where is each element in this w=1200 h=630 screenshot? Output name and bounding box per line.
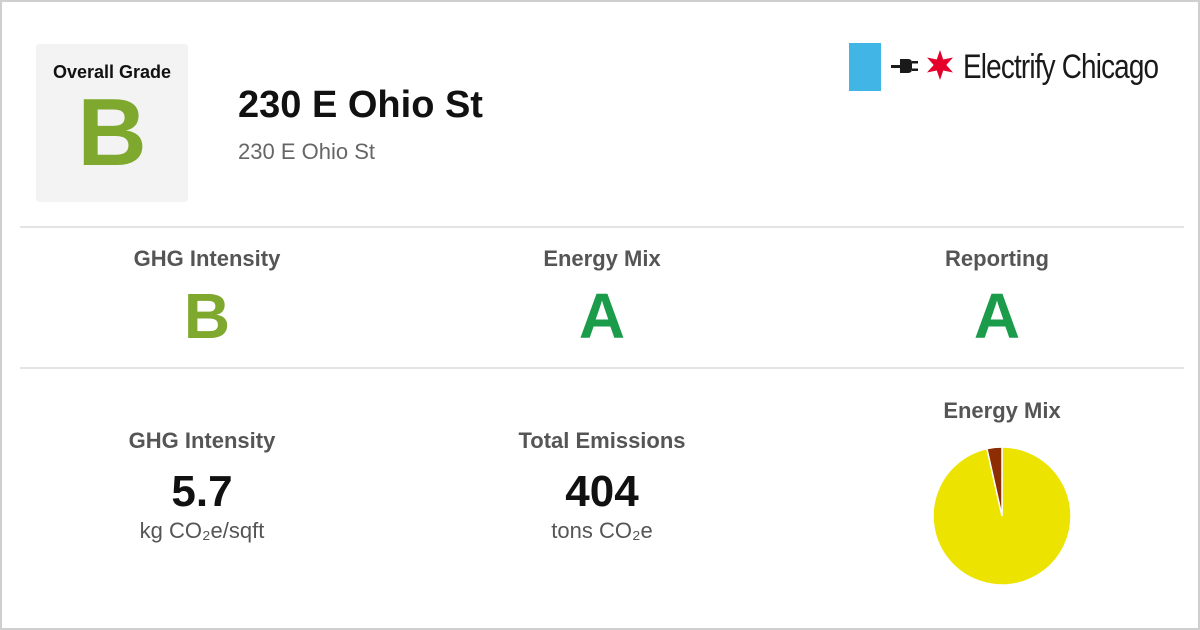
metric-value: 404 [565, 467, 639, 516]
pie-chart [932, 446, 1072, 586]
overall-grade-letter: B [77, 79, 147, 186]
grade-reporting: Reporting A [897, 246, 1097, 348]
energy-mix-chart-title: Energy Mix [902, 398, 1102, 424]
divider-middle [20, 367, 1184, 369]
building-address: 230 E Ohio St [238, 139, 375, 164]
building-card: Overall Grade B 230 E Ohio St 230 E Ohio… [0, 0, 1200, 630]
metric-label: GHG Intensity [128, 428, 276, 453]
grade-ghg-intensity: GHG Intensity B [107, 246, 307, 348]
electrify-chicago-logo: Electrify Chicago [849, 42, 1179, 92]
chart-title: Energy Mix [943, 398, 1061, 423]
grade-label: GHG Intensity [133, 246, 281, 271]
grade-label: Energy Mix [543, 246, 661, 271]
metric-label: Total Emissions [518, 428, 686, 453]
metric-ghg-intensity: GHG Intensity 5.7 kg CO₂e/sqft [82, 428, 322, 544]
grade-label: Reporting [945, 246, 1049, 271]
plug-icon [891, 59, 918, 73]
chicago-star-icon [927, 50, 953, 80]
building-name: 230 E Ohio St [238, 84, 483, 126]
grade-letter: A [578, 280, 626, 352]
energy-mix-pie [932, 446, 1072, 586]
grade-letter: B [183, 280, 231, 352]
metric-unit: kg CO₂e/sqft [139, 518, 265, 543]
chicago-flag-bar [849, 43, 881, 91]
grade-letter: A [973, 280, 1021, 352]
overall-grade-box: Overall Grade B [36, 44, 188, 202]
brand-name: Electrify Chicago [963, 48, 1159, 86]
metric-value: 5.7 [171, 467, 233, 516]
metric-unit: tons CO₂e [551, 518, 653, 543]
grade-energy-mix: Energy Mix A [502, 246, 702, 348]
metric-total-emissions: Total Emissions 404 tons CO₂e [472, 428, 732, 544]
divider-top [20, 226, 1184, 228]
